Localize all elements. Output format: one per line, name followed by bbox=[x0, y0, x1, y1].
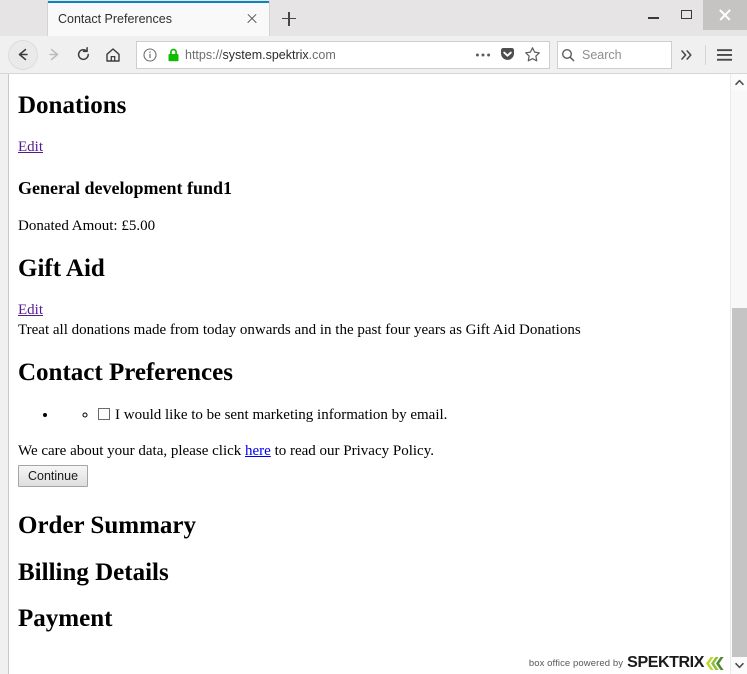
minimize-icon[interactable] bbox=[637, 0, 670, 30]
home-icon bbox=[106, 47, 120, 62]
tab-title: Contact Preferences bbox=[58, 11, 172, 26]
preferences-outer-list: I would like to be sent marketing inform… bbox=[18, 406, 720, 426]
list-item: I would like to be sent marketing inform… bbox=[98, 406, 720, 426]
marketing-email-label: I would like to be sent marketing inform… bbox=[115, 406, 448, 423]
plus-icon[interactable] bbox=[270, 1, 308, 36]
privacy-policy-text: We care about your data, please click he… bbox=[18, 443, 720, 460]
billing-details-heading: Billing Details bbox=[18, 558, 169, 586]
gift-aid-heading: Gift Aid bbox=[18, 254, 105, 282]
page-actions-icon[interactable] bbox=[470, 42, 495, 68]
gift-aid-description: Treat all donations made from today onwa… bbox=[18, 322, 581, 338]
search-icon bbox=[558, 48, 578, 62]
privacy-text-before: We care about your data, please click bbox=[18, 443, 246, 460]
lock-icon bbox=[163, 48, 183, 62]
order-summary-heading: Order Summary bbox=[18, 512, 196, 540]
window-close-icon[interactable] bbox=[703, 0, 747, 30]
page-viewport: Donations Edit General development fund1… bbox=[0, 74, 747, 674]
address-bar[interactable]: https://system.spektrix.com bbox=[136, 40, 550, 69]
browser-tab-contact-preferences[interactable]: Contact Preferences bbox=[47, 1, 270, 36]
reload-icon bbox=[77, 46, 89, 61]
bookmark-star-icon[interactable] bbox=[520, 42, 545, 68]
reload-button[interactable] bbox=[68, 40, 98, 70]
site-information-icon[interactable] bbox=[137, 47, 163, 62]
close-icon[interactable] bbox=[241, 8, 263, 30]
preferences-inner-list: I would like to be sent marketing inform… bbox=[58, 406, 720, 426]
scroll-down-icon[interactable] bbox=[731, 657, 747, 674]
donation-fund-name: General development fund1 bbox=[18, 178, 232, 199]
back-button[interactable] bbox=[8, 39, 38, 70]
overflow-chevrons-icon[interactable] bbox=[672, 40, 702, 70]
scroll-up-icon[interactable] bbox=[731, 74, 747, 91]
preferences-outer-list-item: I would like to be sent marketing inform… bbox=[58, 406, 720, 426]
spektrix-chevrons-icon bbox=[704, 656, 726, 671]
forward-button[interactable] bbox=[38, 40, 68, 70]
hamburger-menu-icon[interactable] bbox=[709, 40, 739, 70]
gift-aid-edit-link[interactable]: Edit bbox=[18, 302, 43, 318]
search-input[interactable]: Search bbox=[582, 48, 622, 62]
window-controls bbox=[637, 0, 747, 30]
donations-edit-link[interactable]: Edit bbox=[18, 139, 43, 155]
spektrix-wordmark: SPEKTRIX bbox=[627, 654, 704, 671]
navigation-toolbar: https://system.spektrix.com Search bbox=[0, 36, 747, 74]
pocket-icon[interactable] bbox=[495, 42, 520, 68]
powered-by-text: box office powered by bbox=[528, 657, 624, 669]
address-bar-text: https://system.spektrix.com bbox=[185, 47, 336, 62]
payment-heading: Payment bbox=[18, 604, 113, 632]
scrollbar-track-upper[interactable] bbox=[731, 91, 747, 308]
scrollbar-thumb[interactable] bbox=[732, 308, 747, 657]
gift-aid-edit-line: Edit bbox=[18, 302, 720, 319]
continue-button[interactable]: Continue bbox=[18, 465, 89, 488]
spektrix-footer-badge: box office powered by SPEKTRIX bbox=[528, 652, 730, 674]
privacy-text-after: to read our Privacy Policy. bbox=[270, 443, 434, 460]
donations-heading: Donations bbox=[18, 92, 127, 119]
home-button[interactable] bbox=[98, 40, 128, 70]
browser-window: Contact Preferences https://system.spekt… bbox=[0, 0, 747, 674]
marketing-email-checkbox[interactable] bbox=[98, 407, 110, 420]
maximize-icon[interactable] bbox=[670, 0, 703, 30]
tab-strip: Contact Preferences bbox=[0, 0, 747, 36]
contact-preferences-heading: Contact Preferences bbox=[18, 358, 233, 386]
address-bar-actions bbox=[470, 42, 549, 68]
privacy-policy-link[interactable]: here bbox=[245, 443, 271, 459]
checkout-page: Donations Edit General development fund1… bbox=[8, 92, 730, 632]
vertical-scrollbar[interactable] bbox=[730, 74, 747, 674]
arrow-left-icon bbox=[18, 48, 28, 61]
search-bar[interactable]: Search bbox=[557, 40, 672, 69]
tabstrip-left-padding bbox=[0, 0, 47, 36]
toolbar-divider bbox=[705, 44, 706, 65]
donations-edit-line: Edit bbox=[18, 139, 720, 156]
page-content: Donations Edit General development fund1… bbox=[0, 74, 730, 674]
arrow-right-icon bbox=[48, 48, 58, 61]
donated-amount: Donated Amout: £5.00 bbox=[18, 218, 156, 235]
